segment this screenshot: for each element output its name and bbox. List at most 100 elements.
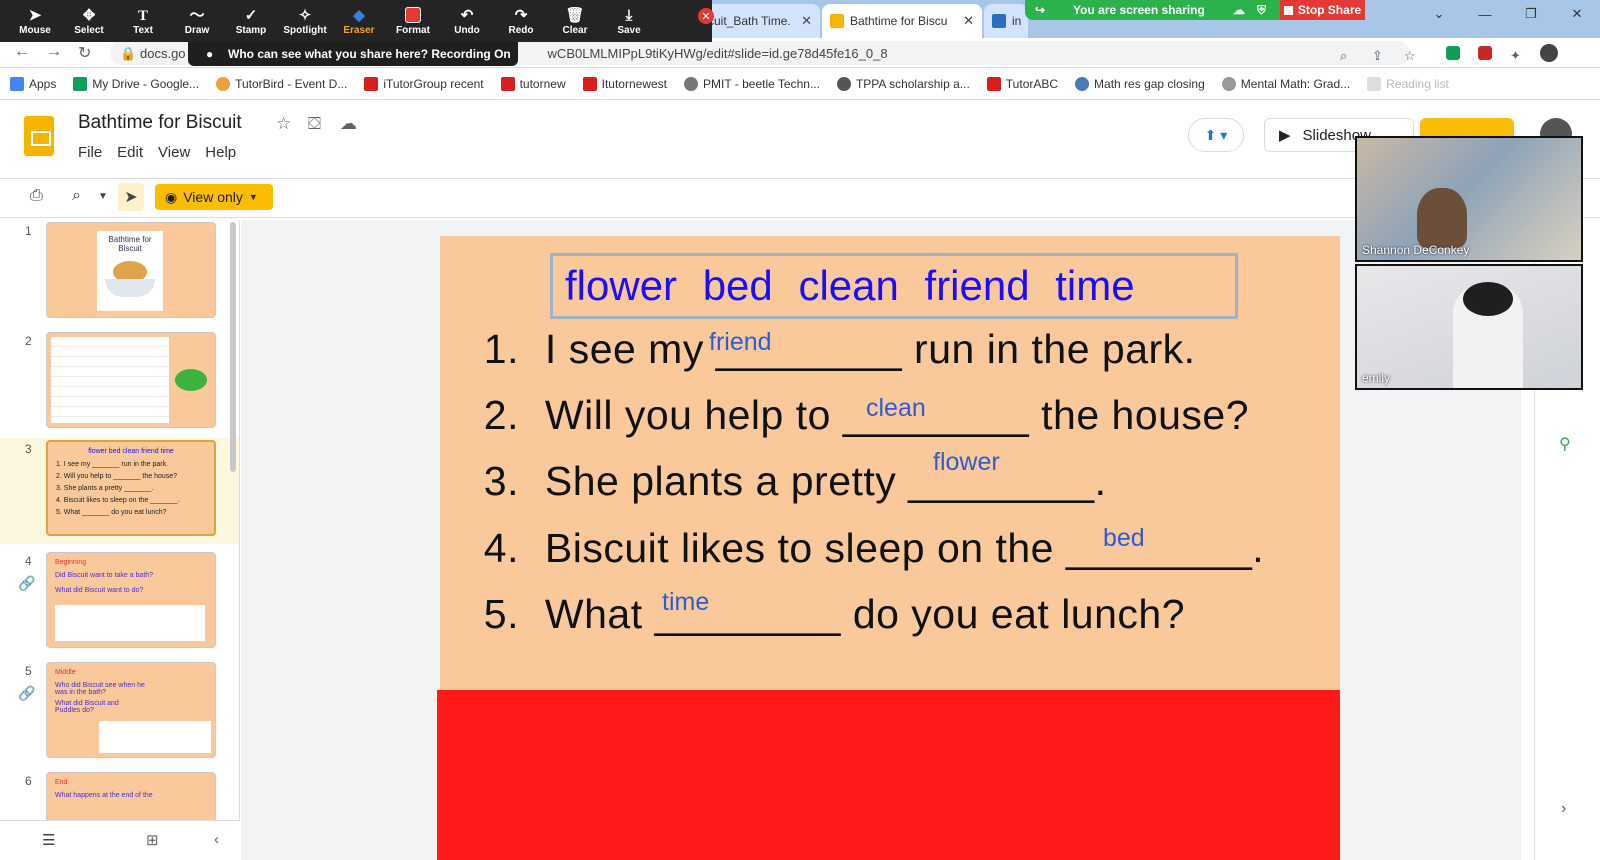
close-annotation-icon[interactable]: ✕ <box>698 8 714 24</box>
link-icon: 🔗 <box>18 685 36 701</box>
browser-tab[interactable]: cuit_Bath Time. ✕ <box>700 4 820 38</box>
slide-thumbnail[interactable]: Bathtime for Biscuit <box>46 222 216 318</box>
close-icon[interactable]: ✕ <box>963 13 974 29</box>
tool-undo[interactable]: ↶ Undo <box>440 0 494 42</box>
star-icon[interactable]: ☆ <box>276 114 291 134</box>
filmstrip-item[interactable]: 5 🔗 Middle Who did Biscuit see when he w… <box>0 660 239 766</box>
tool-text[interactable]: T Text <box>116 0 170 42</box>
slide-thumbnail[interactable] <box>46 332 216 428</box>
bookmark-star-icon[interactable]: ☆ <box>1404 48 1416 64</box>
maps-pin-icon[interactable]: ⚲ <box>1559 434 1571 454</box>
tab-title: Bathtime for Biscu <box>850 14 948 28</box>
menu-edit[interactable]: Edit <box>117 144 143 161</box>
collapse-panel-icon[interactable]: ‹ <box>214 831 219 848</box>
bookmark-item[interactable]: TutorABC <box>986 76 1058 91</box>
print-icon[interactable]: ⎙ <box>30 187 43 205</box>
view-only-dropdown[interactable]: ◉ View only ▼ <box>155 184 273 210</box>
extension-icon[interactable] <box>1446 46 1460 60</box>
bookmark-item[interactable]: tutornew <box>500 76 566 91</box>
tool-save[interactable]: ⤓ Save <box>602 0 656 42</box>
bookmark-apps[interactable]: Apps <box>10 76 56 91</box>
tab-search-icon[interactable]: ⌄ <box>1416 0 1462 28</box>
filmstrip-item[interactable]: 1 Bathtime for Biscuit <box>0 220 239 326</box>
filmstrip-item[interactable]: 6 End What happens at the end of the <box>0 770 239 820</box>
grid-view-icon[interactable]: ⊞ <box>146 831 159 849</box>
browser-tab[interactable]: in <box>984 4 1028 38</box>
menu-view[interactable]: View <box>158 144 190 161</box>
tool-spotlight[interactable]: ✧ Spotlight <box>278 0 332 42</box>
extensions-puzzle-icon[interactable]: ✦ <box>1510 48 1521 64</box>
bookmark-item[interactable]: Itutornewest <box>582 76 667 91</box>
sentence-text: do you eat lunch? <box>840 591 1186 637</box>
filmstrip-item-selected[interactable]: 3 flower bed clean friend time 1. I see … <box>0 438 239 544</box>
bookmark-item[interactable]: iTutorGroup recent <box>364 76 484 91</box>
drive-icon <box>73 76 88 91</box>
filmstrip-item[interactable]: 4 🔗 Beginning Did Biscuit want to take a… <box>0 550 239 656</box>
reading-list[interactable]: Reading list <box>1367 76 1449 91</box>
tool-label: Spotlight <box>283 24 327 36</box>
tool-redo[interactable]: ↷ Redo <box>494 0 548 42</box>
video-tile[interactable]: Shannon DeConkey <box>1355 136 1583 262</box>
zoom-icon[interactable]: ⌕ <box>1340 48 1347 64</box>
select-pointer-icon[interactable]: ➤ <box>118 183 144 211</box>
slides-logo[interactable] <box>24 116 54 156</box>
chevron-down-icon[interactable]: ▼ <box>98 191 108 202</box>
bookmark-label: iTutorGroup recent <box>383 76 484 91</box>
list-view-icon[interactable]: ☰ <box>42 831 55 849</box>
profile-avatar[interactable] <box>1540 44 1558 62</box>
cloud-status-icon[interactable]: ☁ <box>340 114 357 134</box>
menu-file[interactable]: File <box>78 144 102 161</box>
itutor-icon <box>582 76 597 91</box>
tppa-icon <box>836 76 851 91</box>
globe-icon <box>1075 76 1090 91</box>
trash-icon: 🗑 <box>565 6 585 24</box>
slide-thumbnail[interactable]: Beginning Did Biscuit want to take a bat… <box>46 552 216 648</box>
tool-select[interactable]: ✥ Select <box>62 0 116 42</box>
tool-draw[interactable]: 〜 Draw <box>170 0 224 42</box>
cloud-icon: ☁ <box>1233 3 1245 17</box>
bookmark-item[interactable]: Math res gap closing <box>1075 76 1205 91</box>
back-icon[interactable]: ← <box>14 43 30 61</box>
bookmark-label: Mental Math: Grad... <box>1240 76 1351 91</box>
close-icon[interactable]: ✕ <box>801 13 812 29</box>
forward-icon[interactable]: → <box>46 43 62 61</box>
browser-tab-active[interactable]: Bathtime for Biscu ✕ <box>822 4 982 38</box>
document-title[interactable]: Bathtime for Biscuit <box>78 112 242 134</box>
tool-eraser[interactable]: ◆ Eraser <box>332 0 386 42</box>
restore-icon[interactable]: ❐ <box>1508 0 1554 28</box>
recording-tip-text: Who can see what you share here? Recordi… <box>228 47 511 61</box>
bookmark-item[interactable]: TutorBird - Event D... <box>216 76 347 91</box>
zoom-icon[interactable]: ⌕ <box>72 187 81 205</box>
slide-thumbnail[interactable]: End What happens at the end of the <box>46 772 216 820</box>
video-tile[interactable]: emily <box>1355 264 1583 390</box>
mouse-pointer-icon: ➤ <box>28 6 42 24</box>
share-page-icon[interactable]: ⇪ <box>1372 48 1383 64</box>
move-folder-icon[interactable]: ⛋ <box>308 114 321 134</box>
bookmark-item[interactable]: Mental Math: Grad... <box>1221 76 1351 91</box>
minimize-icon[interactable]: — <box>1462 0 1508 28</box>
sentence-text: the house? <box>1029 392 1250 438</box>
slide-number: 2 <box>25 334 32 348</box>
sentence-3: 3. She plants a pretty ________. <box>475 458 1107 505</box>
slide-thumbnail[interactable]: Middle Who did Biscuit see when he was i… <box>46 662 216 758</box>
expand-panel-icon[interactable]: › <box>1561 800 1566 818</box>
reload-icon[interactable]: ↻ <box>78 43 91 63</box>
filmstrip-scrollbar[interactable] <box>230 222 236 472</box>
bookmark-item[interactable]: My Drive - Google... <box>73 76 199 91</box>
sentence-text: Will you help to <box>544 392 843 438</box>
slide-thumbnail-current[interactable]: flower bed clean friend time 1. I see my… <box>46 440 216 536</box>
present-options-button[interactable]: ⬆ ▾ <box>1188 118 1244 152</box>
filmstrip-item[interactable]: 2 <box>0 330 239 436</box>
tool-clear[interactable]: 🗑 Clear <box>548 0 602 42</box>
close-window-icon[interactable]: ✕ <box>1554 0 1600 28</box>
stop-share-button[interactable]: Stop Share <box>1280 0 1365 20</box>
sentence-1: 1. I see my ________ run in the park. <box>475 326 1196 373</box>
redo-icon: ↷ <box>514 6 528 24</box>
tool-format[interactable]: Format <box>386 0 440 42</box>
tool-mouse[interactable]: ➤ Mouse <box>8 0 62 42</box>
extension-icon[interactable] <box>1478 46 1492 60</box>
bookmark-item[interactable]: TPPA scholarship a... <box>836 76 970 91</box>
bookmark-item[interactable]: PMIT - beetle Techn... <box>684 76 820 91</box>
tool-stamp[interactable]: ✓ Stamp <box>224 0 278 42</box>
menu-help[interactable]: Help <box>205 144 236 161</box>
